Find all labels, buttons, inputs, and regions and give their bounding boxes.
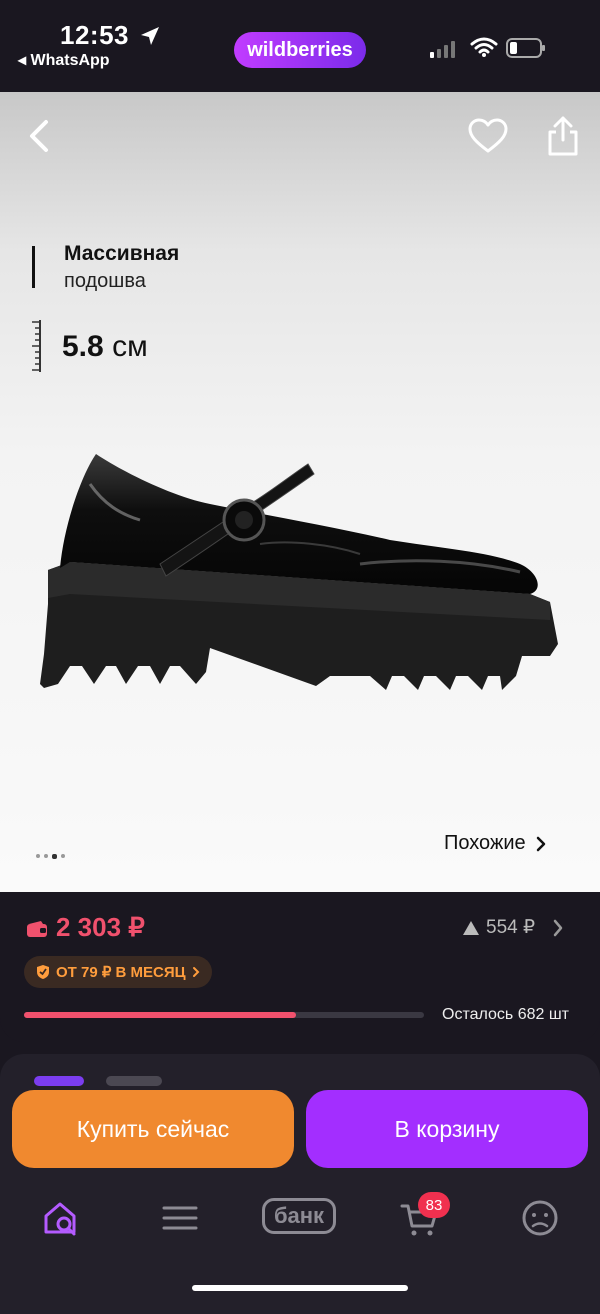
feature-title: Массивная xyxy=(64,242,180,265)
brand-badge: wildberries xyxy=(234,32,366,68)
chevron-right-icon xyxy=(192,967,200,977)
stock-progress-bar xyxy=(24,1012,424,1018)
variant-chip[interactable] xyxy=(34,1076,84,1086)
old-price-value: 554 ₽ xyxy=(486,917,536,938)
product-gallery[interactable]: Массивная подошва 5.8 см Похожие xyxy=(0,92,600,892)
gallery-dot xyxy=(44,854,48,858)
heart-icon[interactable] xyxy=(468,118,508,154)
installment-badge[interactable]: ОТ 79 ₽ В МЕСЯЦ xyxy=(24,956,212,988)
buy-now-button[interactable]: Купить сейчас xyxy=(12,1090,294,1168)
feature-height-value: 5.8 xyxy=(62,330,104,363)
home-search-icon[interactable] xyxy=(40,1196,84,1240)
back-to-app-link[interactable]: ◂ WhatsApp xyxy=(18,50,110,70)
variant-chip[interactable] xyxy=(106,1076,162,1086)
chevron-right-icon xyxy=(536,836,545,851)
current-price: 2 303 ₽ xyxy=(56,912,145,942)
feature-accent-bar xyxy=(32,246,35,288)
gallery-pagination xyxy=(36,853,65,859)
status-time: 12:53 xyxy=(60,20,129,50)
gallery-dot xyxy=(36,854,40,858)
stock-remaining: Осталось 682 шт xyxy=(442,1006,569,1023)
home-indicator xyxy=(192,1285,408,1291)
feature-height-unit: см xyxy=(112,330,148,363)
shield-icon xyxy=(37,965,49,979)
location-arrow-icon xyxy=(141,27,159,45)
product-image-shoe xyxy=(40,454,558,690)
signal-icon xyxy=(430,41,455,58)
feature-subtitle: подошва xyxy=(64,270,146,292)
stock-progress-fill xyxy=(24,1012,296,1018)
similar-label: Похожие xyxy=(444,832,526,854)
add-to-cart-button[interactable]: В корзину xyxy=(306,1090,588,1168)
wifi-icon xyxy=(470,37,498,57)
chevron-right-icon[interactable] xyxy=(552,918,564,938)
share-icon[interactable] xyxy=(546,114,580,156)
ruler-icon xyxy=(32,320,41,372)
menu-icon[interactable] xyxy=(158,1196,202,1240)
old-price[interactable]: 554 ₽ xyxy=(462,916,535,939)
cart-count-badge: 83 xyxy=(418,1192,450,1218)
profile-icon[interactable] xyxy=(518,1196,562,1240)
feature-height: 5.8 см xyxy=(62,330,148,364)
gallery-dot xyxy=(61,854,65,858)
wallet-icon xyxy=(27,921,47,937)
battery-icon xyxy=(506,38,545,58)
back-icon[interactable] xyxy=(22,114,56,158)
triangle-up-icon xyxy=(463,920,479,935)
installment-label: ОТ 79 ₽ В МЕСЯЦ xyxy=(56,964,186,981)
gallery-dot-active xyxy=(52,853,57,859)
bank-tab[interactable]: банк xyxy=(262,1198,336,1234)
similar-products-link[interactable]: Похожие xyxy=(444,832,546,855)
